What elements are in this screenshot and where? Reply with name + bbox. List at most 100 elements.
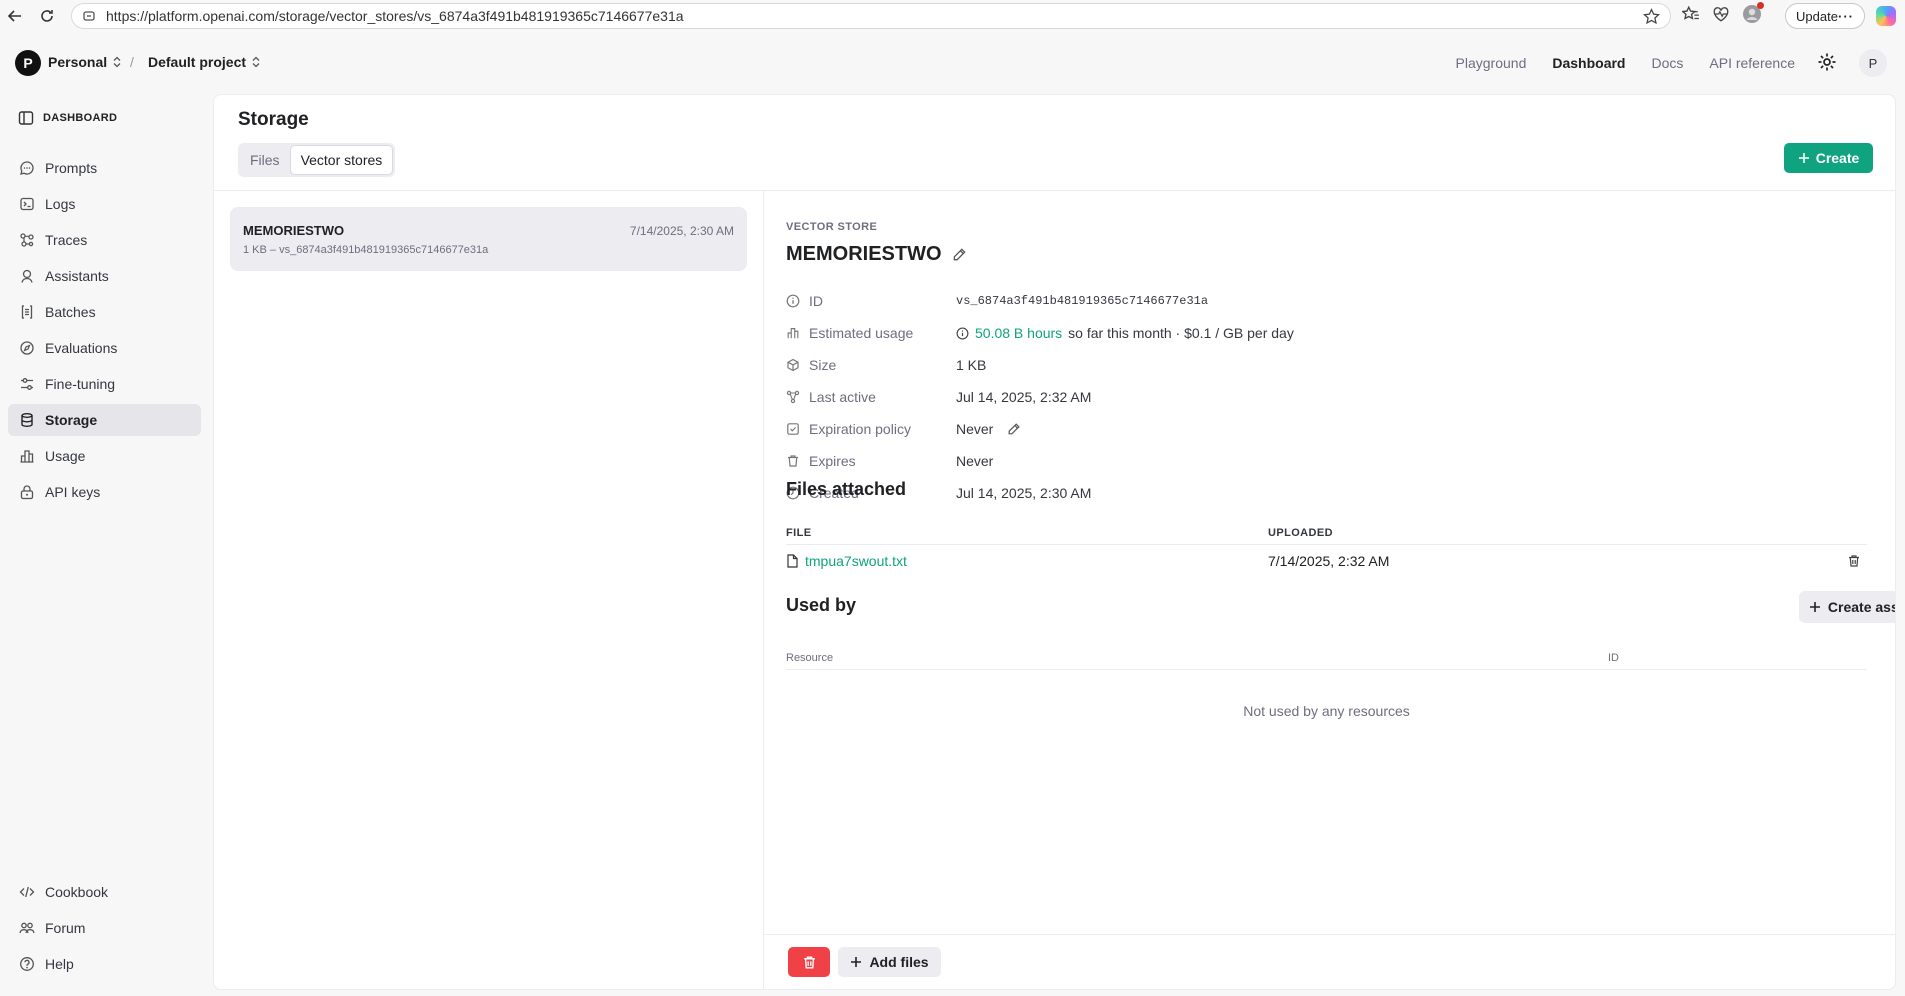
prop-expires: Expires Never [786,445,1686,477]
table-header: FILE UPLOADED [786,521,1867,545]
project-switcher[interactable]: Default project [148,54,261,70]
org-switcher[interactable]: Personal [48,54,122,70]
reload-icon[interactable] [34,3,60,29]
prop-created: Created Jul 14, 2025, 2:30 AM [786,477,1686,509]
help-icon [18,955,36,973]
store-date: 7/14/2025, 2:30 AM [629,224,734,238]
create-assistant-button[interactable]: Create assistant [1799,591,1895,623]
api-keys-icon [18,483,36,501]
usage-hours: 50.08 B hours [975,325,1063,341]
nav-api-reference[interactable]: API reference [1709,55,1795,71]
nav-playground[interactable]: Playground [1456,55,1527,71]
detail-title: MEMORIESTWO [786,243,967,266]
column-header-file: FILE [786,526,812,539]
org-avatar[interactable]: P [15,50,41,76]
usage-rate: so far this month · $0.1 / GB per day [1068,325,1294,341]
usage-icon [18,447,36,465]
info-icon[interactable] [956,327,969,340]
url-text[interactable]: https://platform.openai.com/storage/vect… [106,8,684,24]
properties-list: ID vs_6874a3f491b481919365c7146677e31a E… [786,285,1686,509]
copilot-icon[interactable] [1876,6,1896,26]
app-header: P Personal / Default project Playground … [0,32,1905,94]
table-header: Resource ID [786,646,1867,670]
delete-vector-store-button[interactable] [788,947,830,977]
sidebar-item-assistants[interactable]: Assistants [8,260,201,292]
code-icon [18,883,36,901]
user-avatar[interactable]: P [1859,49,1887,77]
evaluations-icon [18,339,36,357]
more-icon[interactable]: ··· [1838,9,1854,24]
sidebar-item-prompts[interactable]: Prompts [8,152,201,184]
sidebar: DASHBOARD Prompts Logs Traces Assistants… [0,94,212,996]
batches-icon [18,303,36,321]
sidebar-item-api-keys[interactable]: API keys [8,476,201,508]
sidebar-item-logs[interactable]: Logs [8,188,201,220]
tab-vector-stores[interactable]: Vector stores [289,145,394,175]
files-table: FILE UPLOADED tmpua7swout.txt 7/14/2025,… [786,521,1867,577]
trash-icon [786,454,800,468]
empty-state-message: Not used by any resources [1243,703,1410,719]
sidebar-item-cookbook[interactable]: Cookbook [8,876,201,908]
health-icon[interactable] [1712,5,1730,23]
sidebar-item-storage[interactable]: Storage [8,404,201,436]
sidebar-toggle-icon[interactable] [18,110,34,126]
assistants-icon [18,267,36,285]
detail-type-label: VECTOR STORE [786,221,878,233]
favorite-star-icon[interactable] [1643,8,1660,25]
site-info-icon[interactable] [82,9,96,23]
created-value: Jul 14, 2025, 2:30 AM [956,485,1092,501]
sidebar-item-forum[interactable]: Forum [8,912,201,944]
create-button[interactable]: Create [1784,143,1873,173]
trash-icon[interactable] [1847,554,1867,568]
storage-tabs: Files Vector stores [238,143,396,177]
edit-pencil-icon[interactable] [952,247,967,262]
address-bar[interactable]: https://platform.openai.com/storage/vect… [71,3,1671,29]
prop-size: Size 1 KB [786,349,1686,381]
add-files-button[interactable]: Add files [838,947,941,977]
vector-store-detail: VECTOR STORE MEMORIESTWO ID vs_6874a3f49… [764,191,1895,989]
profile-icon[interactable] [1742,2,1764,24]
forum-icon [18,919,36,937]
breadcrumb-separator: / [130,54,134,70]
traces-icon [18,231,36,249]
nav-docs[interactable]: Docs [1651,55,1683,71]
activity-icon [786,390,800,404]
fine-tuning-icon [18,375,36,393]
tab-files[interactable]: Files [240,145,290,175]
main-panel: Storage Files Vector stores Create MEMOR… [213,94,1896,990]
last-active-value: Jul 14, 2025, 2:32 AM [956,389,1092,405]
plus-icon [1798,152,1810,164]
browser-toolbar: https://platform.openai.com/storage/vect… [0,0,1905,32]
divider [764,934,1895,935]
top-nav: Playground Dashboard Docs API reference [1430,50,1795,76]
sidebar-item-evaluations[interactable]: Evaluations [8,332,201,364]
sidebar-heading: DASHBOARD [18,110,117,126]
table-row: tmpua7swout.txt 7/14/2025, 2:32 AM [786,545,1867,577]
update-button[interactable]: Update ··· [1785,3,1865,29]
prop-id: ID vs_6874a3f491b481919365c7146677e31a [786,285,1686,317]
sidebar-item-usage[interactable]: Usage [8,440,201,472]
prompts-icon [18,159,36,177]
store-name: MEMORIESTWO [243,223,345,238]
nav-dashboard[interactable]: Dashboard [1552,55,1625,71]
favorites-icon[interactable] [1682,5,1700,23]
store-meta: 1 KB – vs_6874a3f491b481919365c7146677e3… [243,244,489,256]
edit-pencil-icon[interactable] [1007,422,1021,436]
back-icon[interactable] [2,3,28,29]
gear-icon[interactable] [1817,52,1837,72]
sidebar-item-traces[interactable]: Traces [8,224,201,256]
plus-icon [850,956,862,968]
expires-value: Never [956,453,994,469]
sidebar-item-fine-tuning[interactable]: Fine-tuning [8,368,201,400]
sidebar-item-batches[interactable]: Batches [8,296,201,328]
prop-estimated-usage: Estimated usage 50.08 B hours so far thi… [786,317,1686,349]
chevron-updown-icon [251,56,261,68]
info-icon [786,294,800,308]
column-header-resource: Resource [786,651,834,664]
file-link[interactable]: tmpua7swout.txt [805,553,907,569]
storage-icon [18,411,36,429]
plus-icon [1809,601,1821,613]
vector-store-list-item[interactable]: MEMORIESTWO 7/14/2025, 2:30 AM 1 KB – vs… [230,207,747,271]
used-by-table: Resource ID [786,646,1867,670]
sidebar-item-help[interactable]: Help [8,948,201,980]
